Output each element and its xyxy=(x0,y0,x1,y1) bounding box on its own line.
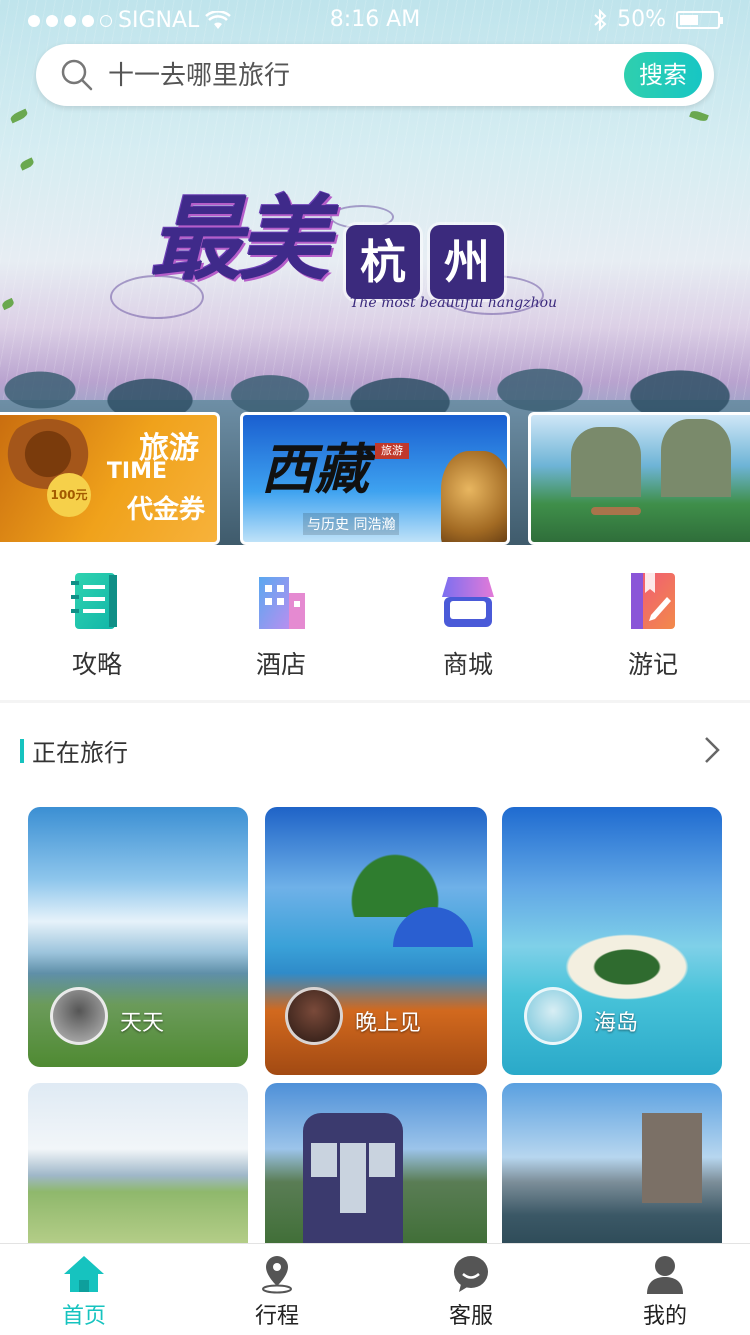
section-header[interactable]: 正在旅行 xyxy=(0,703,750,793)
travel-notes-icon xyxy=(625,571,681,631)
hero-title-seal-1: 杭 xyxy=(346,225,420,299)
travel-card-name: 晚上见 xyxy=(355,1011,422,1036)
voucher-coin: 100元 xyxy=(47,473,91,517)
category-notes[interactable]: 游记 xyxy=(593,571,713,681)
mountain-peak xyxy=(571,427,641,497)
voucher-line-3: 代金券 xyxy=(126,495,205,525)
hero-subtitle: The most beautiful hangzhou xyxy=(350,295,558,311)
user-icon xyxy=(643,1254,687,1294)
category-label: 商城 xyxy=(442,650,493,679)
tibet-title: 西藏 xyxy=(261,437,369,501)
category-shop[interactable]: 商城 xyxy=(408,571,528,681)
island xyxy=(552,927,702,1007)
search-bar[interactable]: 搜索 xyxy=(36,44,714,106)
travel-card[interactable]: 海岛 xyxy=(502,807,722,1075)
section-title: 正在旅行 xyxy=(32,739,128,767)
train-window xyxy=(311,1143,337,1177)
mountain-peak xyxy=(661,419,731,497)
tab-label: 我的 xyxy=(642,1304,687,1329)
avatar xyxy=(524,987,582,1045)
banner-carousel[interactable]: 100元 旅游 TIME 代金券 西藏 旅游 与历史 同浩瀚 xyxy=(0,412,750,545)
bluetooth-icon xyxy=(594,8,607,31)
section-accent-bar xyxy=(20,739,24,763)
category-label: 攻略 xyxy=(71,650,122,679)
battery-icon xyxy=(676,10,723,29)
avatar xyxy=(50,987,108,1045)
hero-banner[interactable]: 最美 杭 州 The most beautiful hangzhou SIGNA… xyxy=(0,0,750,545)
travel-card[interactable] xyxy=(28,1083,248,1248)
tree-line xyxy=(0,330,750,420)
category-label: 游记 xyxy=(627,650,678,679)
category-grid: 攻略 酒店 商城 游记 xyxy=(0,545,750,700)
location-pin-icon xyxy=(255,1254,299,1294)
voucher-line-2: TIME xyxy=(106,459,167,484)
category-hotel[interactable]: 酒店 xyxy=(221,571,341,681)
boat xyxy=(591,507,641,515)
tab-label: 首页 xyxy=(61,1304,106,1329)
search-input[interactable] xyxy=(106,56,630,96)
tibet-badge: 旅游 xyxy=(375,443,409,459)
status-bar: SIGNAL 8:16 AM 50% xyxy=(0,0,750,40)
chat-bubble-icon xyxy=(449,1254,493,1294)
chevron-right-icon[interactable] xyxy=(700,735,724,765)
hotel-building-icon xyxy=(253,571,309,631)
hero-title-seal-2: 州 xyxy=(430,225,504,299)
tab-profile[interactable]: 我的 xyxy=(605,1254,725,1330)
battery-fill xyxy=(680,14,698,25)
shop-icon xyxy=(440,571,496,631)
travel-card-name: 天天 xyxy=(120,1011,165,1036)
prayer-wheel-decoration xyxy=(441,451,507,542)
travel-card[interactable]: 晚上见 xyxy=(265,807,487,1075)
search-icon xyxy=(61,59,93,91)
tab-label: 客服 xyxy=(448,1304,493,1329)
traveling-section: 正在旅行 天天 晚上见 海岛 xyxy=(0,703,750,1248)
tab-bar: 首页 行程 客服 我的 xyxy=(0,1243,750,1335)
guide-book-icon xyxy=(69,571,125,631)
train-window xyxy=(369,1143,395,1177)
tab-itinerary[interactable]: 行程 xyxy=(217,1254,337,1330)
battery-percent: 50% xyxy=(617,7,666,32)
train xyxy=(303,1113,403,1248)
travel-card[interactable] xyxy=(502,1083,722,1248)
banner-tibet[interactable]: 西藏 旅游 与历史 同浩瀚 xyxy=(240,412,510,545)
banner-voucher[interactable]: 100元 旅游 TIME 代金券 xyxy=(0,412,220,545)
tibet-caption: 与历史 同浩瀚 xyxy=(303,513,400,535)
category-label: 酒店 xyxy=(255,650,306,679)
travel-card-name: 海岛 xyxy=(594,1011,639,1036)
hero-title: 最美 杭 州 The most beautiful hangzhou xyxy=(110,165,560,335)
travel-card[interactable]: 天天 xyxy=(28,807,248,1067)
home-icon xyxy=(62,1254,106,1294)
tab-home[interactable]: 首页 xyxy=(24,1254,144,1330)
category-guide[interactable]: 攻略 xyxy=(37,571,157,681)
banner-landscape[interactable] xyxy=(528,412,750,545)
palm-tree xyxy=(335,837,455,917)
search-button[interactable]: 搜索 xyxy=(624,52,702,98)
travel-card[interactable] xyxy=(265,1083,487,1248)
avatar xyxy=(285,987,343,1045)
hero-title-script: 最美 xyxy=(150,185,330,293)
train-door xyxy=(340,1143,366,1213)
tab-service[interactable]: 客服 xyxy=(411,1254,531,1330)
tab-label: 行程 xyxy=(254,1304,299,1329)
dome-building xyxy=(642,1113,702,1203)
